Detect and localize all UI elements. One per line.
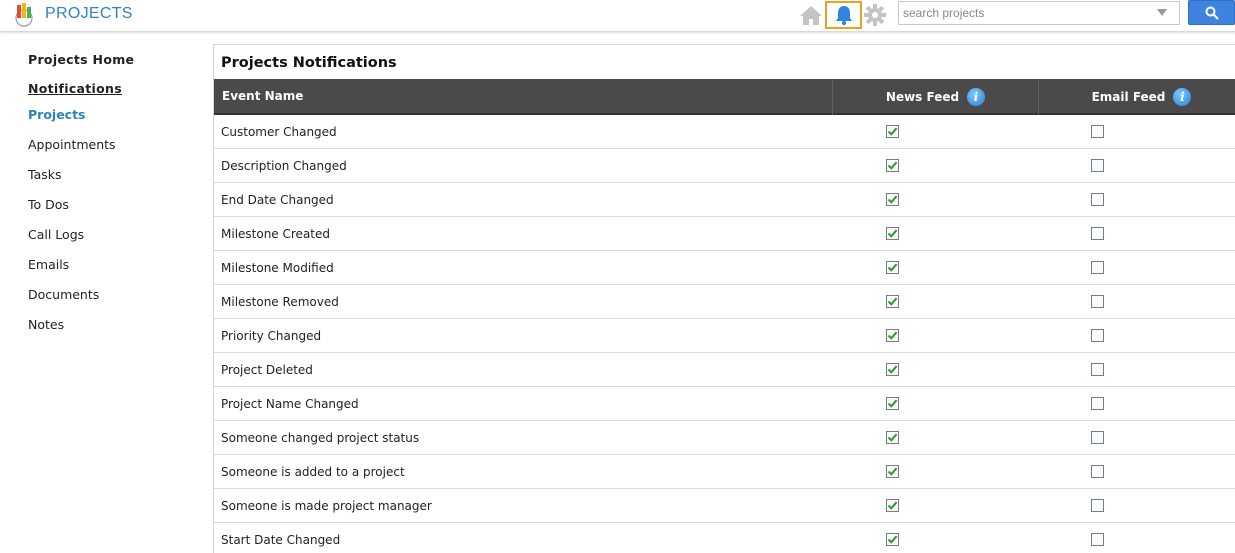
table-row: Milestone Created: [214, 217, 1235, 251]
table-row: Priority Changed: [214, 319, 1235, 353]
checkmark-icon: [887, 263, 898, 272]
email-feed-checkbox[interactable]: [1091, 533, 1104, 546]
page-title: Projects Notifications: [221, 55, 397, 71]
checkmark-icon: [887, 467, 898, 476]
email-feed-checkbox[interactable]: [1091, 261, 1104, 274]
checkmark-icon: [887, 195, 898, 204]
event-name-cell: Project Deleted: [221, 363, 313, 377]
checkmark-icon: [887, 535, 898, 544]
event-name-cell: End Date Changed: [221, 193, 334, 207]
checkmark-icon: [887, 161, 898, 170]
info-icon[interactable]: i: [967, 88, 986, 106]
table-header: Event Name News Feed i Email Feed i: [214, 79, 1235, 115]
table-row: Someone changed project status: [214, 421, 1235, 455]
checkmark-icon: [887, 501, 898, 510]
search-icon: [1205, 6, 1219, 20]
event-name-cell: Someone changed project status: [221, 431, 420, 445]
event-name-cell: Someone is made project manager: [221, 499, 432, 513]
news-feed-checkbox[interactable]: [886, 533, 899, 546]
news-feed-checkbox[interactable]: [886, 465, 899, 478]
sidebar-item-projects-home[interactable]: Projects Home: [28, 52, 134, 67]
news-feed-checkbox[interactable]: [886, 261, 899, 274]
info-icon[interactable]: i: [1173, 88, 1192, 106]
event-name-cell: Project Name Changed: [221, 397, 359, 411]
column-header-news-feed-label: News Feed: [885, 90, 960, 104]
news-feed-checkbox[interactable]: [886, 397, 899, 410]
sidebar-item-notes[interactable]: Notes: [28, 317, 64, 332]
event-name-cell: Customer Changed: [221, 125, 337, 139]
sidebar-item-tasks[interactable]: Tasks: [28, 167, 62, 182]
news-feed-checkbox[interactable]: [886, 227, 899, 240]
app-title[interactable]: PROJECTS: [45, 5, 133, 23]
event-name-cell: Start Date Changed: [221, 533, 341, 547]
table-row: Someone is added to a project: [214, 455, 1235, 489]
gear-icon[interactable]: [862, 2, 888, 28]
email-feed-checkbox[interactable]: [1091, 125, 1104, 138]
email-feed-checkbox[interactable]: [1091, 329, 1104, 342]
checkmark-icon: [887, 399, 898, 408]
checkmark-icon: [887, 433, 898, 442]
search-input[interactable]: [899, 2, 1139, 24]
news-feed-checkbox[interactable]: [886, 295, 899, 308]
chevron-down-icon[interactable]: [1157, 9, 1167, 16]
search-button[interactable]: [1188, 0, 1235, 25]
checkmark-icon: [887, 229, 898, 238]
news-feed-checkbox[interactable]: [886, 363, 899, 376]
news-feed-checkbox[interactable]: [886, 431, 899, 444]
checkmark-icon: [887, 297, 898, 306]
event-name-cell: Priority Changed: [221, 329, 322, 343]
table-row: Customer Changed: [214, 115, 1235, 149]
email-feed-checkbox[interactable]: [1091, 431, 1104, 444]
sidebar-item-call-logs[interactable]: Call Logs: [28, 227, 84, 242]
column-header-email-feed: Email Feed i: [1038, 79, 1235, 115]
table-row: Milestone Removed: [214, 285, 1235, 319]
table-row: Project Name Changed: [214, 387, 1235, 421]
table-row: Project Deleted: [214, 353, 1235, 387]
event-name-cell: Milestone Modified: [221, 261, 334, 275]
top-bar: PROJECTS: [0, 0, 1235, 32]
sidebar-item-documents[interactable]: Documents: [28, 287, 99, 302]
news-feed-checkbox[interactable]: [886, 329, 899, 342]
email-feed-checkbox[interactable]: [1091, 159, 1104, 172]
table-row: Start Date Changed: [214, 523, 1235, 553]
sidebar-item-appointments[interactable]: Appointments: [28, 137, 116, 152]
email-feed-checkbox[interactable]: [1091, 363, 1104, 376]
news-feed-checkbox[interactable]: [886, 125, 899, 138]
event-name-cell: Description Changed: [221, 159, 347, 173]
table-row: Description Changed: [214, 149, 1235, 183]
email-feed-checkbox[interactable]: [1091, 397, 1104, 410]
checkmark-icon: [887, 365, 898, 374]
table-row: Milestone Modified: [214, 251, 1235, 285]
event-name-cell: Milestone Removed: [221, 295, 339, 309]
sidebar-item-emails[interactable]: Emails: [28, 257, 69, 272]
table-row: End Date Changed: [214, 183, 1235, 217]
table-row: Someone is made project manager: [214, 489, 1235, 523]
email-feed-checkbox[interactable]: [1091, 295, 1104, 308]
email-feed-checkbox[interactable]: [1091, 193, 1104, 206]
email-feed-checkbox[interactable]: [1091, 499, 1104, 512]
sidebar-item-projects[interactable]: Projects: [28, 107, 86, 122]
checkmark-icon: [887, 331, 898, 340]
home-icon[interactable]: [798, 2, 824, 28]
checkmark-icon: [887, 127, 898, 136]
email-feed-checkbox[interactable]: [1091, 227, 1104, 240]
column-header-event-name: Event Name: [222, 89, 304, 103]
notifications-panel: Projects Notifications Event Name News F…: [213, 44, 1235, 553]
news-feed-checkbox[interactable]: [886, 193, 899, 206]
search-box[interactable]: [898, 1, 1180, 25]
news-feed-checkbox[interactable]: [886, 159, 899, 172]
news-feed-checkbox[interactable]: [886, 499, 899, 512]
sidebar-item-notifications[interactable]: Notifications: [28, 81, 122, 96]
column-header-email-feed-label: Email Feed: [1091, 90, 1166, 104]
sidebar-item-to-dos[interactable]: To Dos: [28, 197, 69, 212]
column-header-news-feed: News Feed i: [832, 79, 1038, 115]
event-name-cell: Milestone Created: [221, 227, 330, 241]
app-logo-icon[interactable]: [12, 1, 36, 27]
event-name-cell: Someone is added to a project: [221, 465, 405, 479]
bell-icon[interactable]: [825, 1, 862, 29]
email-feed-checkbox[interactable]: [1091, 465, 1104, 478]
